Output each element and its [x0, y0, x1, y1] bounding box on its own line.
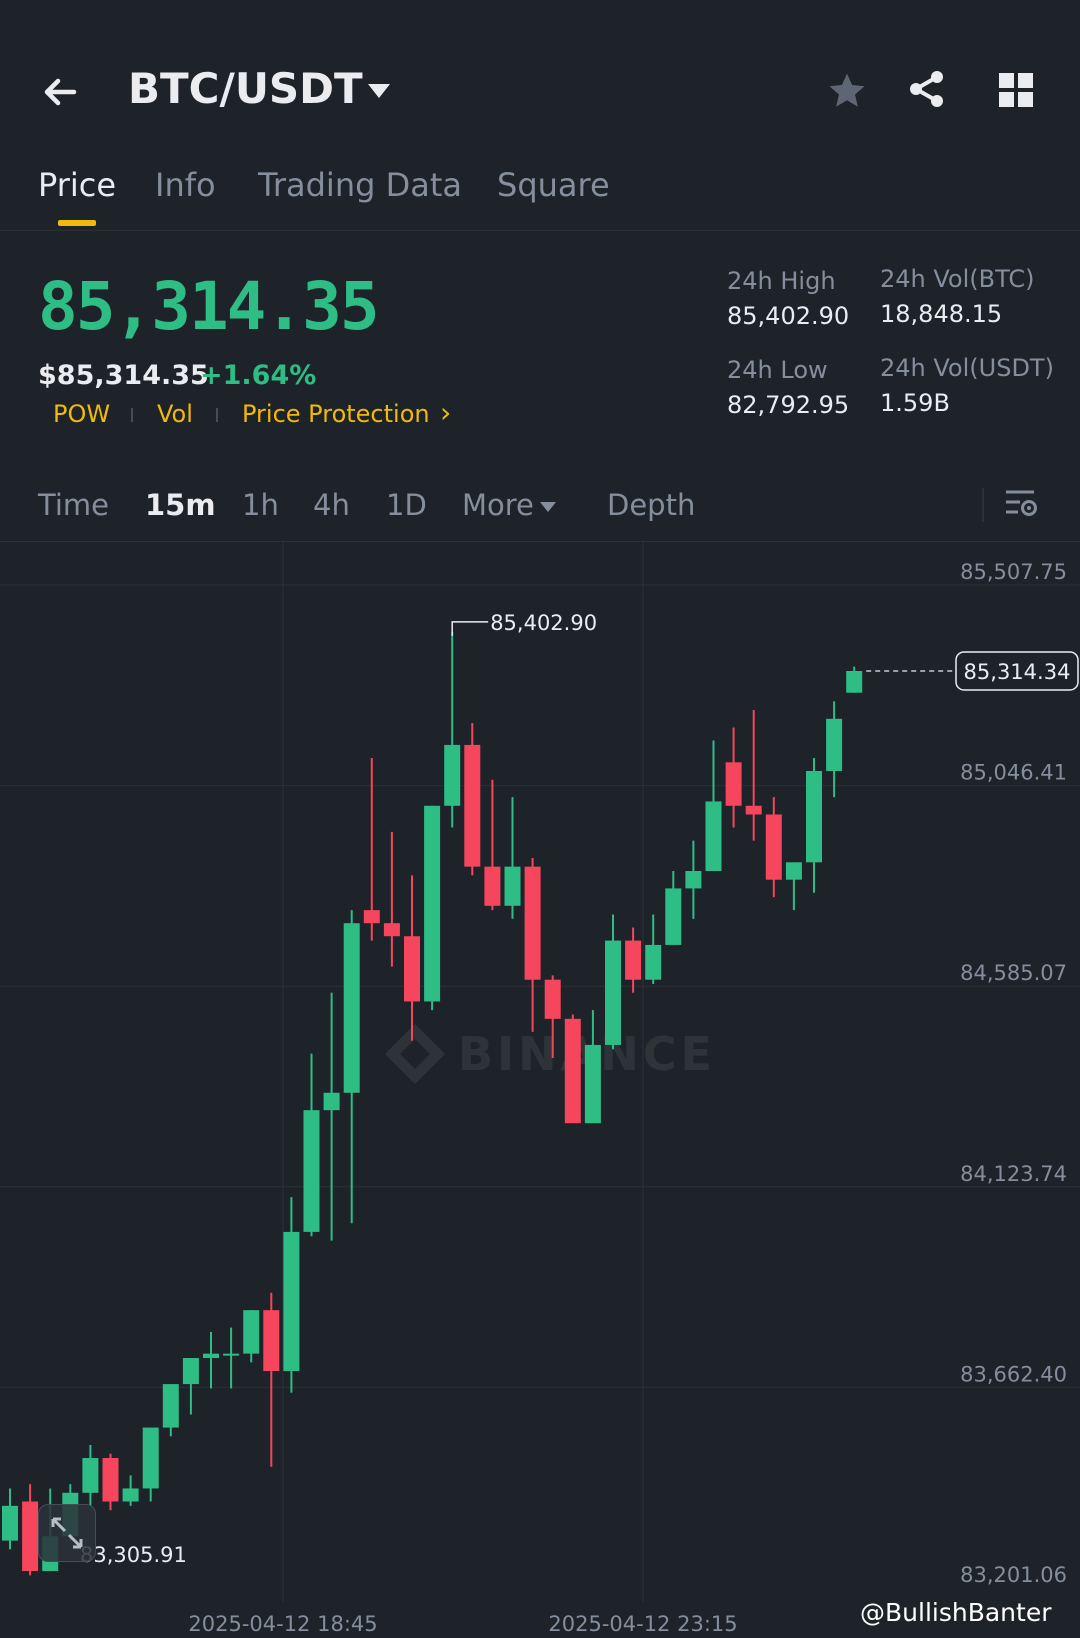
stat-vol-usdt-value: 1.59B	[880, 389, 950, 417]
candle-body	[283, 1231, 300, 1372]
candle-body	[806, 770, 822, 863]
candlestick-chart[interactable]: 85,507.75 85,046.41 84,585.07 84,123.74 83,6…	[0, 542, 1080, 1638]
timeframe-1h[interactable]: 1h	[242, 488, 279, 522]
y-tick-label: 84,585.07	[960, 961, 1067, 985]
high-marker-label: 85,402.90	[490, 611, 597, 635]
timeframe-depth[interactable]: Depth	[607, 488, 695, 522]
tab-trading-data[interactable]: Trading Data	[258, 166, 462, 204]
candle-body	[584, 1044, 601, 1124]
candle-body	[464, 744, 481, 867]
candle-body	[162, 1384, 179, 1428]
x-tick-label: 2025-04-12 23:15	[548, 1612, 737, 1636]
price-change: +1.64%	[200, 360, 317, 391]
candle-body	[263, 1310, 280, 1372]
last-price: 85,314.35	[38, 268, 380, 345]
candle-body	[102, 1458, 119, 1502]
y-tick-label: 85,507.75	[960, 560, 1067, 584]
timeframe-15m[interactable]: 15m	[145, 488, 216, 522]
y-tick-label: 83,201.06	[960, 1563, 1067, 1587]
low-marker-label: 83,305.91	[80, 1543, 187, 1567]
candle-body	[223, 1353, 240, 1356]
candle-body	[2, 1505, 18, 1541]
candle-body	[544, 979, 561, 1019]
y-tick-label: 83,662.40	[960, 1362, 1067, 1386]
candle-body	[142, 1427, 159, 1489]
candle-body	[564, 1018, 581, 1124]
candle-body	[765, 814, 782, 880]
active-tab-indicator	[58, 220, 96, 226]
tag-price-protection[interactable]: Price Protection	[242, 400, 430, 428]
candle-body	[524, 866, 541, 980]
timeframe-more[interactable]: More	[462, 488, 534, 522]
candle-body	[122, 1488, 139, 1502]
y-tick-label: 84,123.74	[960, 1162, 1067, 1186]
tab-price[interactable]: Price	[38, 166, 116, 204]
chart-settings-icon[interactable]	[1004, 488, 1038, 524]
star-icon[interactable]	[826, 70, 868, 116]
candle-body	[82, 1458, 99, 1493]
timeframe-4h[interactable]: 4h	[313, 488, 350, 522]
candle-body	[705, 801, 722, 872]
tab-info[interactable]: Info	[155, 166, 216, 204]
tag-vol[interactable]: Vol	[157, 400, 193, 428]
candle-body	[605, 940, 621, 1045]
candle-body	[22, 1501, 39, 1572]
candle-body	[444, 744, 461, 806]
candle-body	[504, 866, 521, 906]
toolbar-divider	[982, 488, 984, 522]
stat-vol-usdt-label: 24h Vol(USDT)	[880, 354, 1054, 382]
candle-body	[846, 670, 863, 693]
binance-logo-icon	[385, 1024, 445, 1084]
caret-down-icon[interactable]	[366, 82, 392, 104]
y-tick-label: 85,046.41	[960, 761, 1067, 785]
binance-watermark: BINANCE	[385, 1024, 712, 1084]
current-price-label: 85,314.34	[964, 660, 1071, 684]
candle-body	[725, 762, 742, 806]
candle-body	[826, 718, 843, 771]
usd-price: $85,314.35	[38, 360, 209, 391]
candle-body	[303, 1110, 320, 1232]
tag-pow[interactable]: POW	[53, 400, 110, 428]
candle-body	[404, 936, 420, 1002]
candle-body	[645, 944, 662, 980]
stat-low-label: 24h Low	[727, 356, 828, 384]
candle-body	[424, 805, 441, 1002]
stat-high-value: 85,402.90	[727, 302, 850, 330]
tab-square[interactable]: Square	[497, 166, 610, 204]
stat-vol-btc-value: 18,848.15	[880, 300, 1003, 328]
high-marker-line	[451, 621, 489, 636]
candle-body	[625, 940, 642, 980]
grid-icon[interactable]	[998, 72, 1034, 112]
candle-body	[484, 866, 501, 906]
stat-low-value: 82,792.95	[727, 391, 850, 419]
candle-body	[203, 1353, 219, 1359]
tag-separator	[131, 408, 133, 422]
timeframe-1d[interactable]: 1D	[386, 488, 427, 522]
candle-body	[785, 862, 802, 880]
stat-high-label: 24h High	[727, 267, 836, 295]
candle-body	[343, 923, 360, 1093]
x-tick-label: 2025-04-12 18:45	[188, 1612, 377, 1636]
stat-vol-btc-label: 24h Vol(BTC)	[880, 265, 1035, 293]
back-arrow-icon[interactable]	[38, 70, 88, 120]
candle-body	[685, 871, 702, 889]
top-bar: BTC/USDT	[0, 40, 1080, 150]
pair-title[interactable]: BTC/USDT	[128, 64, 363, 113]
candle-body	[182, 1358, 199, 1385]
candle-body	[745, 805, 762, 815]
candle-body	[665, 888, 682, 945]
tab-bar: Price Info Trading Data Square	[0, 160, 1080, 231]
expand-icon[interactable]	[38, 1504, 96, 1562]
watermark-credit: @BullishBanter	[860, 1598, 1052, 1627]
chevron-right-icon[interactable]: ›	[440, 396, 451, 429]
share-icon[interactable]	[906, 68, 948, 114]
candle-body	[383, 923, 400, 937]
candle-body	[363, 910, 380, 924]
candle-body	[243, 1310, 260, 1354]
timeframe-time[interactable]: Time	[38, 488, 109, 522]
candle-body	[323, 1092, 340, 1111]
more-caret-icon[interactable]	[539, 498, 557, 517]
tag-separator	[216, 408, 218, 422]
